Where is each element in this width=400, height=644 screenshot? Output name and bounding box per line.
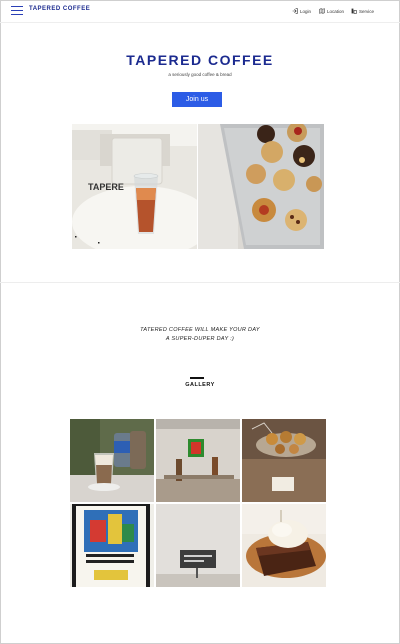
hero-photo-cookies <box>198 124 324 249</box>
tagline-line-2: A SUPER-DUPER DAY :) <box>165 336 235 342</box>
gallery-photo-latte[interactable] <box>70 419 154 502</box>
gallery-photo-gallery-room[interactable] <box>156 419 240 502</box>
gallery-title: GALLERY <box>185 382 215 388</box>
hero-subtitle: a seriously good coffee & bread <box>168 72 232 77</box>
gallery-title-bar <box>190 377 204 379</box>
map-icon <box>319 8 325 14</box>
login-icon <box>292 8 298 14</box>
gallery-photo-pastry-display[interactable] <box>242 419 326 502</box>
svg-text:TAPERE: TAPERE <box>88 182 124 192</box>
nav-login[interactable]: Login <box>292 7 311 15</box>
join-us-button[interactable]: Join us <box>172 92 222 107</box>
tagline-line-1: TATERED COFFEE WILL MAKE YOUR DAY <box>140 327 260 333</box>
gallery-photo-poster[interactable] <box>70 504 154 587</box>
nav-service-label: Service <box>359 8 375 14</box>
hero-photo-iced-coffee: TAPERE <box>72 124 197 249</box>
nav-service[interactable]: Service <box>351 7 374 15</box>
hamburger-menu-icon[interactable] <box>11 6 23 16</box>
top-nav-bar: TAPERED COFFEE Login Location Service <box>0 0 400 23</box>
nav-login-label: Login <box>300 8 312 14</box>
hero-title: TAPERED COFFEE <box>126 52 274 68</box>
gallery-photo-sign[interactable] <box>156 504 240 587</box>
nav-location[interactable]: Location <box>319 7 344 15</box>
gallery-photo-brownie[interactable] <box>242 504 326 587</box>
service-icon <box>351 8 357 14</box>
brand-logo[interactable]: TAPERED COFFEE <box>29 6 90 12</box>
section-divider <box>0 282 400 283</box>
nav-location-label: Location <box>327 8 345 14</box>
